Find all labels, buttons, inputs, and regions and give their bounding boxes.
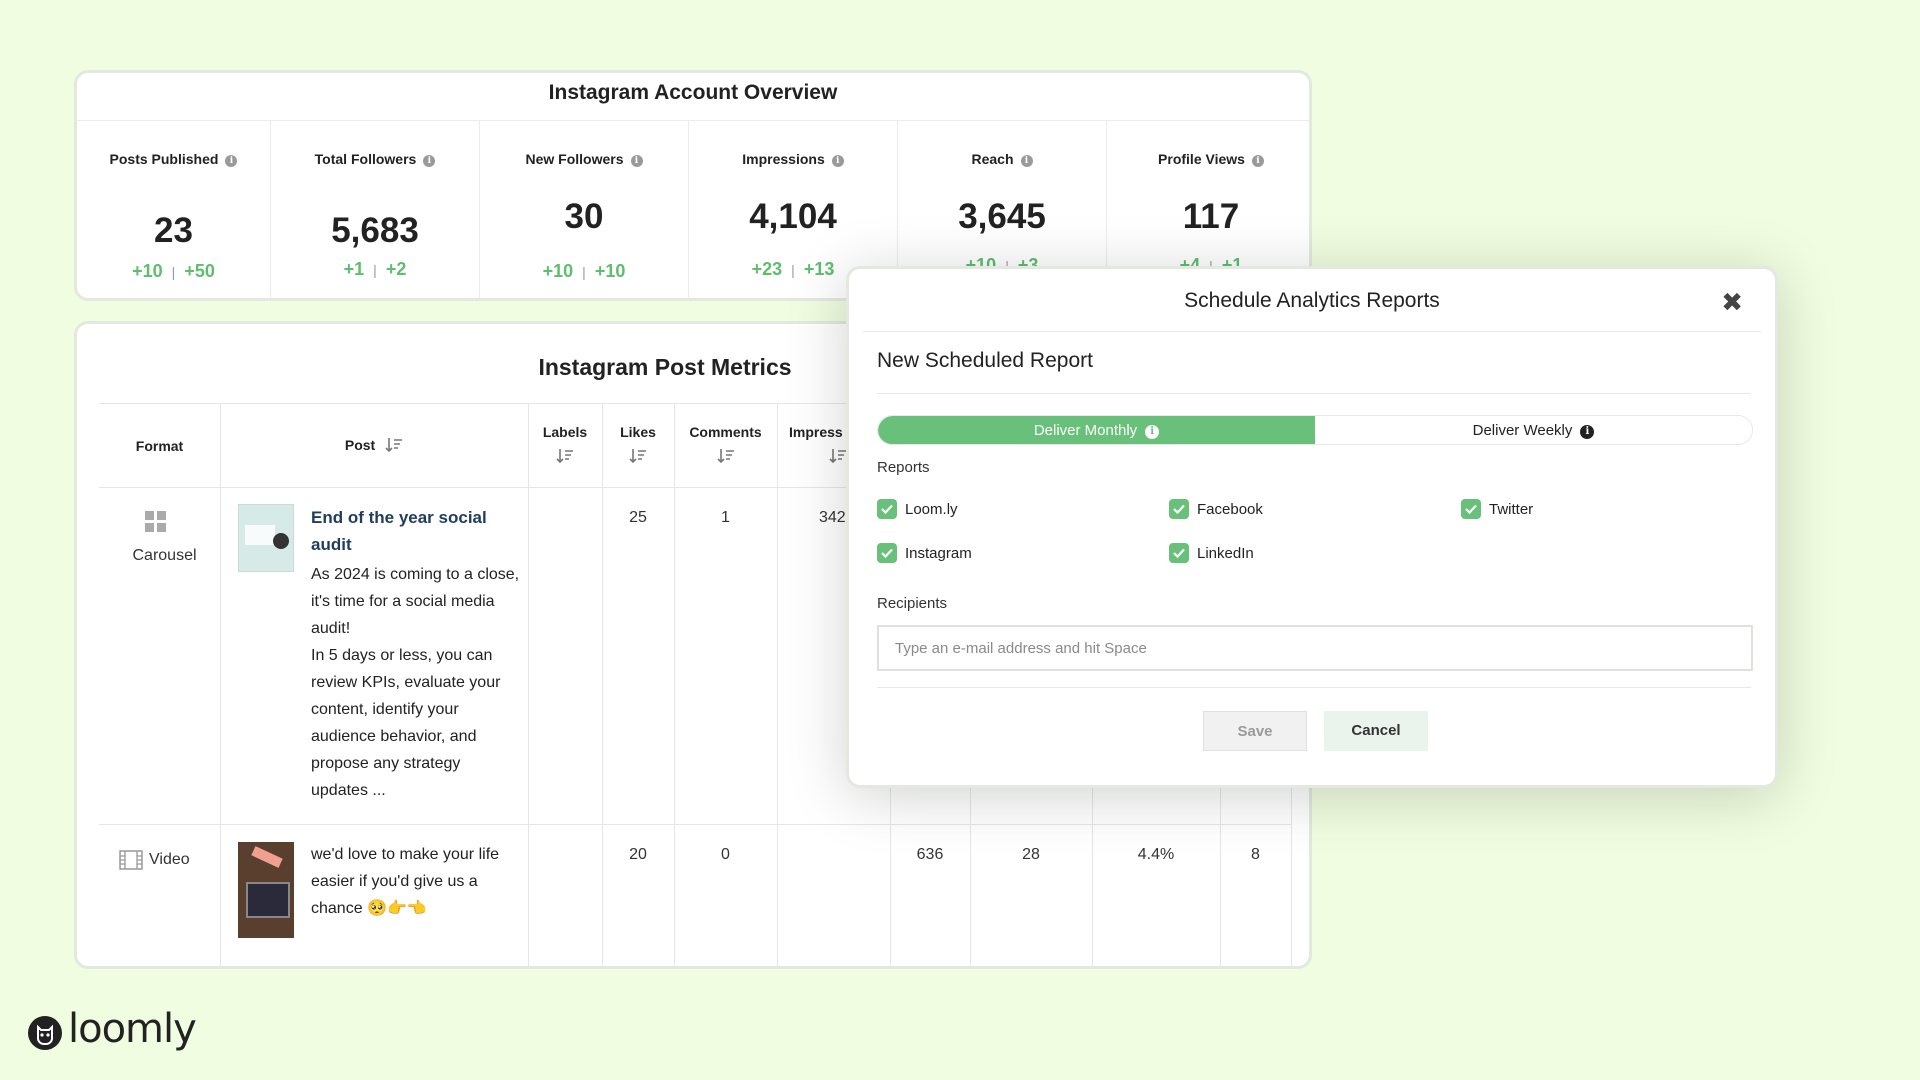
info-icon[interactable]: i bbox=[1251, 155, 1264, 167]
stat-value: 3,645 bbox=[958, 197, 1046, 236]
likes-value: 20 bbox=[629, 846, 647, 863]
metric-value: 4.4% bbox=[1137, 846, 1175, 863]
post-body: As 2024 is coming to a close, it's time … bbox=[311, 566, 520, 799]
delivery-toggle: Deliver Monthly i Deliver Weekly i bbox=[877, 415, 1753, 445]
likes-value: 25 bbox=[629, 509, 647, 526]
info-icon[interactable]: i bbox=[831, 155, 844, 167]
format-label: Video bbox=[149, 851, 190, 868]
info-icon[interactable]: i bbox=[630, 155, 643, 167]
report-label: LinkedIn bbox=[1197, 545, 1254, 562]
deliver-monthly-option[interactable]: Deliver Monthly i bbox=[878, 416, 1315, 444]
comments-value: 1 bbox=[721, 509, 730, 526]
report-label: Twitter bbox=[1489, 501, 1534, 518]
modal-subtitle: New Scheduled Report bbox=[877, 349, 1093, 372]
save-button[interactable]: Save bbox=[1203, 711, 1307, 751]
video-icon bbox=[119, 850, 143, 870]
logo-text: loomly bbox=[68, 1006, 197, 1052]
report-label: Facebook bbox=[1197, 501, 1263, 518]
reports-label: Reports bbox=[877, 459, 930, 476]
stat-total-followers: Total Followers i 5,683 +1 | +2 bbox=[270, 121, 479, 298]
report-checkbox-instagram[interactable] bbox=[877, 543, 897, 563]
post-body: we'd love to make your life easier if yo… bbox=[311, 846, 500, 917]
info-icon[interactable]: i bbox=[1580, 425, 1595, 439]
report-label: Loom.ly bbox=[905, 501, 958, 518]
report-checkbox-loomly[interactable] bbox=[877, 499, 897, 519]
col-header-comments[interactable]: Comments bbox=[674, 424, 777, 464]
col-header-likes[interactable]: Likes bbox=[602, 424, 674, 464]
post-thumbnail[interactable] bbox=[238, 842, 294, 938]
stat-new-followers: New Followers i 30 +10 | +10 bbox=[479, 121, 688, 298]
sort-icon[interactable] bbox=[829, 448, 847, 464]
report-checkbox-linkedin[interactable] bbox=[1169, 543, 1189, 563]
post-thumbnail[interactable] bbox=[238, 504, 294, 572]
sort-icon[interactable] bbox=[556, 448, 574, 464]
stat-delta: +10 | +50 bbox=[132, 261, 215, 281]
stat-value: 117 bbox=[1182, 197, 1240, 236]
info-icon[interactable]: i bbox=[1145, 425, 1160, 439]
info-icon[interactable]: i bbox=[225, 155, 238, 167]
metric-value: 8 bbox=[1251, 846, 1260, 863]
stat-label: Posts Published bbox=[109, 151, 219, 167]
info-icon[interactable]: i bbox=[423, 155, 436, 167]
stat-posts-published: Posts Published i 23 +10 | +50 bbox=[77, 121, 270, 298]
sort-icon[interactable] bbox=[716, 448, 735, 464]
stat-label: Impressions bbox=[742, 151, 825, 167]
deliver-weekly-option[interactable]: Deliver Weekly i bbox=[1315, 416, 1752, 444]
stat-label: Profile Views bbox=[1158, 151, 1245, 167]
stat-value: 4,104 bbox=[749, 197, 837, 236]
carousel-icon bbox=[145, 511, 166, 532]
report-label: Instagram bbox=[905, 545, 972, 562]
report-checkbox-facebook[interactable] bbox=[1169, 499, 1189, 519]
sort-icon[interactable] bbox=[629, 448, 647, 464]
stat-label: Total Followers bbox=[314, 151, 417, 167]
overview-title: Instagram Account Overview bbox=[548, 81, 838, 104]
format-label: Carousel bbox=[132, 547, 197, 564]
recipients-label: Recipients bbox=[877, 595, 948, 612]
stat-label: Reach bbox=[971, 151, 1014, 167]
col-header-post[interactable]: Post bbox=[220, 436, 528, 454]
col-header-format: Format bbox=[135, 438, 184, 454]
stat-value: 30 bbox=[564, 197, 604, 236]
info-icon[interactable]: i bbox=[1020, 155, 1033, 167]
close-icon[interactable]: ✖ bbox=[1721, 287, 1743, 318]
stat-label: New Followers bbox=[525, 151, 624, 167]
post-title-link[interactable]: End of the year social audit bbox=[311, 504, 511, 558]
modal-title: Schedule Analytics Reports bbox=[1184, 289, 1440, 312]
metric-value: 28 bbox=[1022, 846, 1040, 863]
recipients-email-input[interactable] bbox=[877, 625, 1753, 671]
col-header-labels[interactable]: Labels bbox=[528, 424, 602, 464]
comments-value: 0 bbox=[721, 846, 730, 863]
stat-value: 23 bbox=[154, 211, 193, 250]
stat-value: 5,683 bbox=[331, 211, 419, 250]
stat-delta: +1 | +2 bbox=[343, 259, 407, 279]
cancel-button[interactable]: Cancel bbox=[1324, 711, 1428, 751]
report-checkbox-twitter[interactable] bbox=[1461, 499, 1481, 519]
metric-value: 636 bbox=[916, 846, 944, 863]
loomly-owl-icon bbox=[28, 1016, 62, 1050]
sort-icon[interactable] bbox=[385, 436, 403, 454]
stat-delta: +10 | +10 bbox=[542, 261, 626, 281]
schedule-reports-modal: Schedule Analytics Reports ✖ New Schedul… bbox=[846, 266, 1778, 788]
